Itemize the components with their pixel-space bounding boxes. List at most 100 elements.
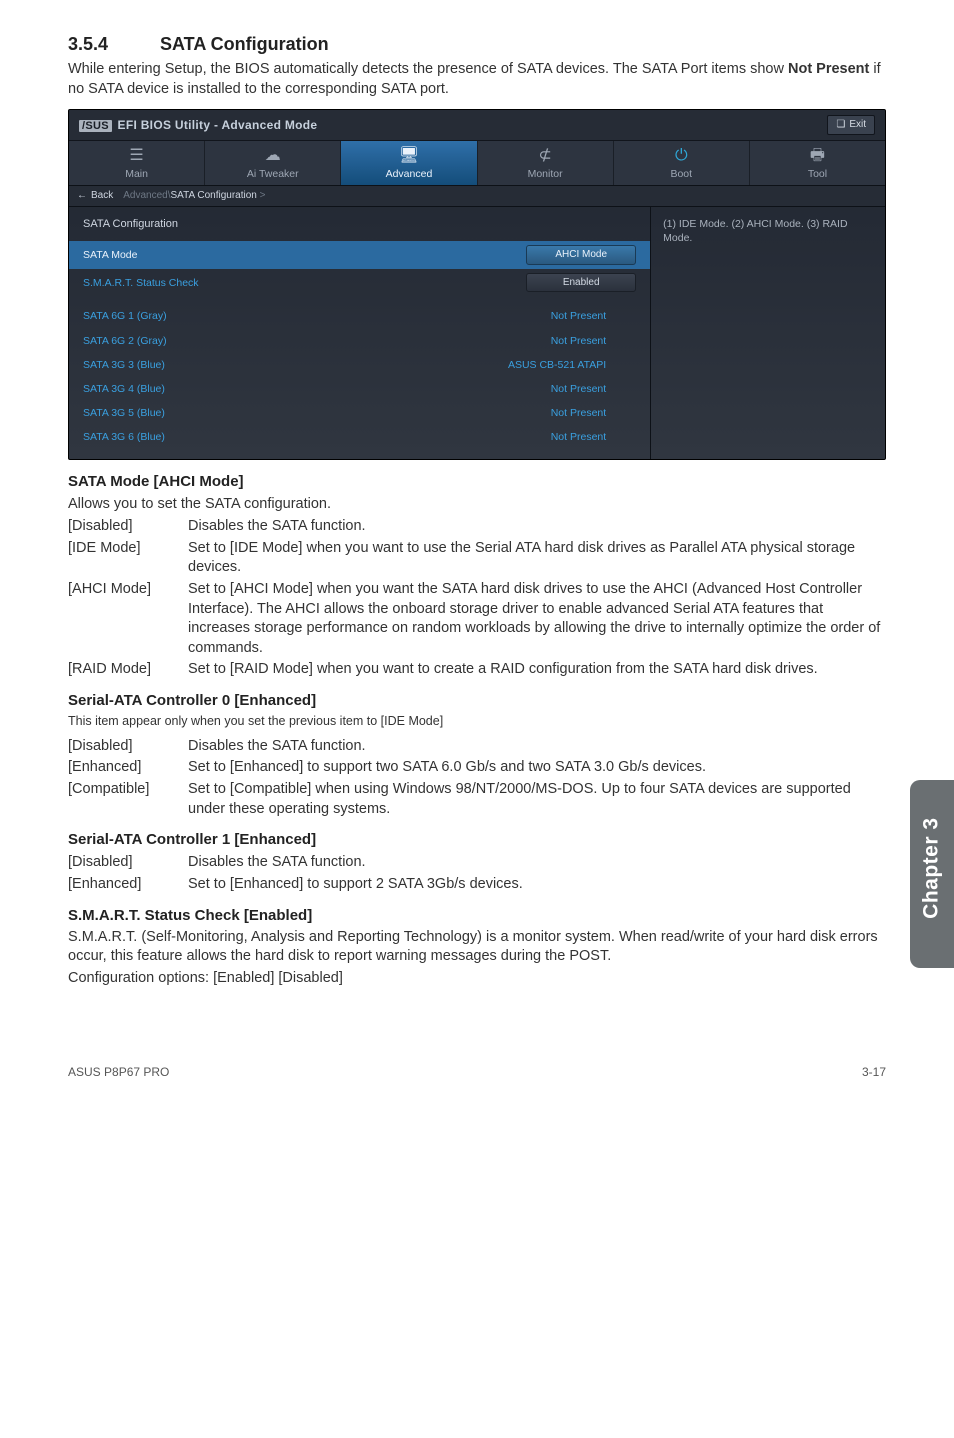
- intro-text-bold: Not Present: [788, 61, 869, 77]
- tab-tool-label: Tool: [808, 168, 827, 180]
- tab-main[interactable]: ☰ Main: [69, 141, 205, 185]
- bios-body: SATA Configuration SATA Mode AHCI Mode S…: [69, 207, 885, 460]
- breadcrumb: ← Back Advanced\SATA Configuration >: [69, 186, 885, 207]
- port-label: SATA 3G 5 (Blue): [83, 406, 165, 420]
- tweaker-icon: ☁: [205, 147, 340, 165]
- back-arrow-icon: ←: [77, 189, 87, 203]
- tab-tweaker[interactable]: ☁ Ai Tweaker: [205, 141, 341, 185]
- ctrl0-options: [Disabled]Disables the SATA function. [E…: [68, 736, 886, 820]
- port-value: Not Present: [551, 430, 636, 444]
- smart-p2: Configuration options: [Enabled] [Disabl…: [68, 969, 886, 989]
- port-label: SATA 6G 2 (Gray): [83, 334, 167, 348]
- intro-paragraph: While entering Setup, the BIOS automatic…: [68, 60, 886, 99]
- bios-help-pane: (1) IDE Mode. (2) AHCI Mode. (3) RAID Mo…: [651, 207, 885, 460]
- ctrl1-options: [Disabled]Disables the SATA function. [E…: [68, 852, 886, 895]
- opt-val: Disables the SATA function.: [188, 852, 886, 874]
- sata-mode-desc: Allows you to set the SATA configuration…: [68, 495, 886, 515]
- port-value: Not Present: [551, 334, 636, 348]
- opt-val: Set to [Enhanced] to support two SATA 6.…: [188, 757, 886, 779]
- sata-mode-value[interactable]: AHCI Mode: [526, 245, 636, 265]
- power-icon: ⏻: [614, 147, 749, 165]
- bios-titlebar: /SUS EFI BIOS Utility - Advanced Mode ❏ …: [69, 110, 885, 141]
- footer-left: ASUS P8P67 PRO: [68, 1064, 169, 1080]
- sata-mode-options: [Disabled]Disables the SATA function. [I…: [68, 516, 886, 681]
- port-value: Not Present: [551, 382, 636, 396]
- port-value: ASUS CB-521 ATAPI: [508, 358, 636, 372]
- port-value: Not Present: [551, 406, 636, 420]
- help-text: (1) IDE Mode. (2) AHCI Mode. (3) RAID Mo…: [663, 217, 873, 245]
- port-label: SATA 6G 1 (Gray): [83, 309, 167, 323]
- smart-value[interactable]: Enabled: [526, 273, 636, 293]
- opt-val: Set to [AHCI Mode] when you want the SAT…: [188, 579, 886, 659]
- opt-key: [Compatible]: [68, 779, 188, 820]
- tab-advanced-label: Advanced: [386, 168, 433, 180]
- footer-right: 3-17: [862, 1064, 886, 1080]
- bios-title-text: EFI BIOS Utility - Advanced Mode: [118, 118, 318, 132]
- opt-val: Disables the SATA function.: [188, 736, 886, 758]
- section-number: 3.5.4: [68, 32, 160, 56]
- bios-title: /SUS EFI BIOS Utility - Advanced Mode: [79, 117, 317, 134]
- opt-val: Set to [RAID Mode] when you want to crea…: [188, 659, 886, 681]
- crumb-current: SATA Configuration: [171, 190, 257, 201]
- port-row: SATA 3G 4 (Blue) Not Present: [83, 377, 636, 401]
- exit-icon: ❏: [836, 118, 845, 132]
- heading-sata-mode: SATA Mode [AHCI Mode]: [68, 472, 886, 492]
- section-title: SATA Configuration: [160, 34, 329, 54]
- port-list: SATA 6G 1 (Gray) Not Present SATA 6G 2 (…: [83, 304, 636, 449]
- port-label: SATA 3G 3 (Blue): [83, 358, 165, 372]
- tab-advanced[interactable]: 🖥 Advanced: [341, 141, 477, 185]
- port-row: SATA 3G 3 (Blue) ASUS CB-521 ATAPI: [83, 353, 636, 377]
- chapter-side-tab: Chapter 3: [910, 780, 954, 968]
- opt-val: Disables the SATA function.: [188, 516, 886, 538]
- tool-icon: 🖶: [750, 147, 885, 165]
- opt-key: [Disabled]: [68, 852, 188, 874]
- opt-val: Set to [IDE Mode] when you want to use t…: [188, 538, 886, 579]
- exit-button[interactable]: ❏ Exit: [827, 115, 875, 135]
- tab-tool[interactable]: 🖶 Tool: [750, 141, 885, 185]
- tab-boot[interactable]: ⏻ Boot: [614, 141, 750, 185]
- port-row: SATA 3G 5 (Blue) Not Present: [83, 401, 636, 425]
- list-icon: ☰: [69, 147, 204, 165]
- tab-monitor[interactable]: ⊄ Monitor: [478, 141, 614, 185]
- config-title: SATA Configuration: [83, 217, 636, 232]
- tab-monitor-label: Monitor: [528, 168, 563, 180]
- crumb-prefix: Advanced\: [123, 190, 170, 201]
- port-label: SATA 3G 4 (Blue): [83, 382, 165, 396]
- sata-mode-row[interactable]: SATA Mode AHCI Mode: [69, 241, 650, 269]
- heading-smart: S.M.A.R.T. Status Check [Enabled]: [68, 906, 886, 926]
- monitor-icon: ⊄: [478, 147, 613, 165]
- port-row: SATA 6G 2 (Gray) Not Present: [83, 329, 636, 353]
- bios-tabs: ☰ Main ☁ Ai Tweaker 🖥 Advanced ⊄ Monitor…: [69, 141, 885, 186]
- back-button[interactable]: ← Back: [77, 189, 113, 203]
- bios-brand: /SUS: [79, 120, 112, 132]
- heading-ctrl0: Serial-ATA Controller 0 [Enhanced]: [68, 691, 886, 711]
- smart-p1: S.M.A.R.T. (Self-Monitoring, Analysis an…: [68, 928, 886, 967]
- tab-tweaker-label: Ai Tweaker: [247, 168, 299, 180]
- crumb-suffix: >: [257, 190, 266, 201]
- port-label: SATA 3G 6 (Blue): [83, 430, 165, 444]
- crumb-path: Advanced\SATA Configuration >: [123, 189, 265, 203]
- opt-key: [AHCI Mode]: [68, 579, 188, 659]
- opt-key: [IDE Mode]: [68, 538, 188, 579]
- opt-key: [Disabled]: [68, 736, 188, 758]
- bios-screenshot: /SUS EFI BIOS Utility - Advanced Mode ❏ …: [68, 109, 886, 460]
- opt-val: Set to [Enhanced] to support 2 SATA 3Gb/…: [188, 874, 886, 896]
- opt-val: Set to [Compatible] when using Windows 9…: [188, 779, 886, 820]
- smart-row[interactable]: S.M.A.R.T. Status Check Enabled: [83, 269, 636, 297]
- page-footer: ASUS P8P67 PRO 3-17: [0, 1048, 954, 1108]
- sata-mode-label: SATA Mode: [83, 248, 137, 262]
- intro-text-a: While entering Setup, the BIOS automatic…: [68, 61, 788, 77]
- port-row: SATA 3G 6 (Blue) Not Present: [83, 425, 636, 449]
- back-label: Back: [91, 189, 113, 203]
- port-row: SATA 6G 1 (Gray) Not Present: [83, 304, 636, 328]
- exit-label: Exit: [849, 118, 866, 132]
- opt-key: [Disabled]: [68, 516, 188, 538]
- opt-key: [RAID Mode]: [68, 659, 188, 681]
- smart-label: S.M.A.R.T. Status Check: [83, 276, 199, 290]
- port-value: Not Present: [551, 309, 636, 323]
- ctrl0-note: This item appear only when you set the p…: [68, 713, 886, 730]
- chapter-side-label: Chapter 3: [918, 817, 946, 918]
- section-heading: 3.5.4SATA Configuration: [68, 32, 886, 56]
- tab-boot-label: Boot: [670, 168, 692, 180]
- opt-key: [Enhanced]: [68, 874, 188, 896]
